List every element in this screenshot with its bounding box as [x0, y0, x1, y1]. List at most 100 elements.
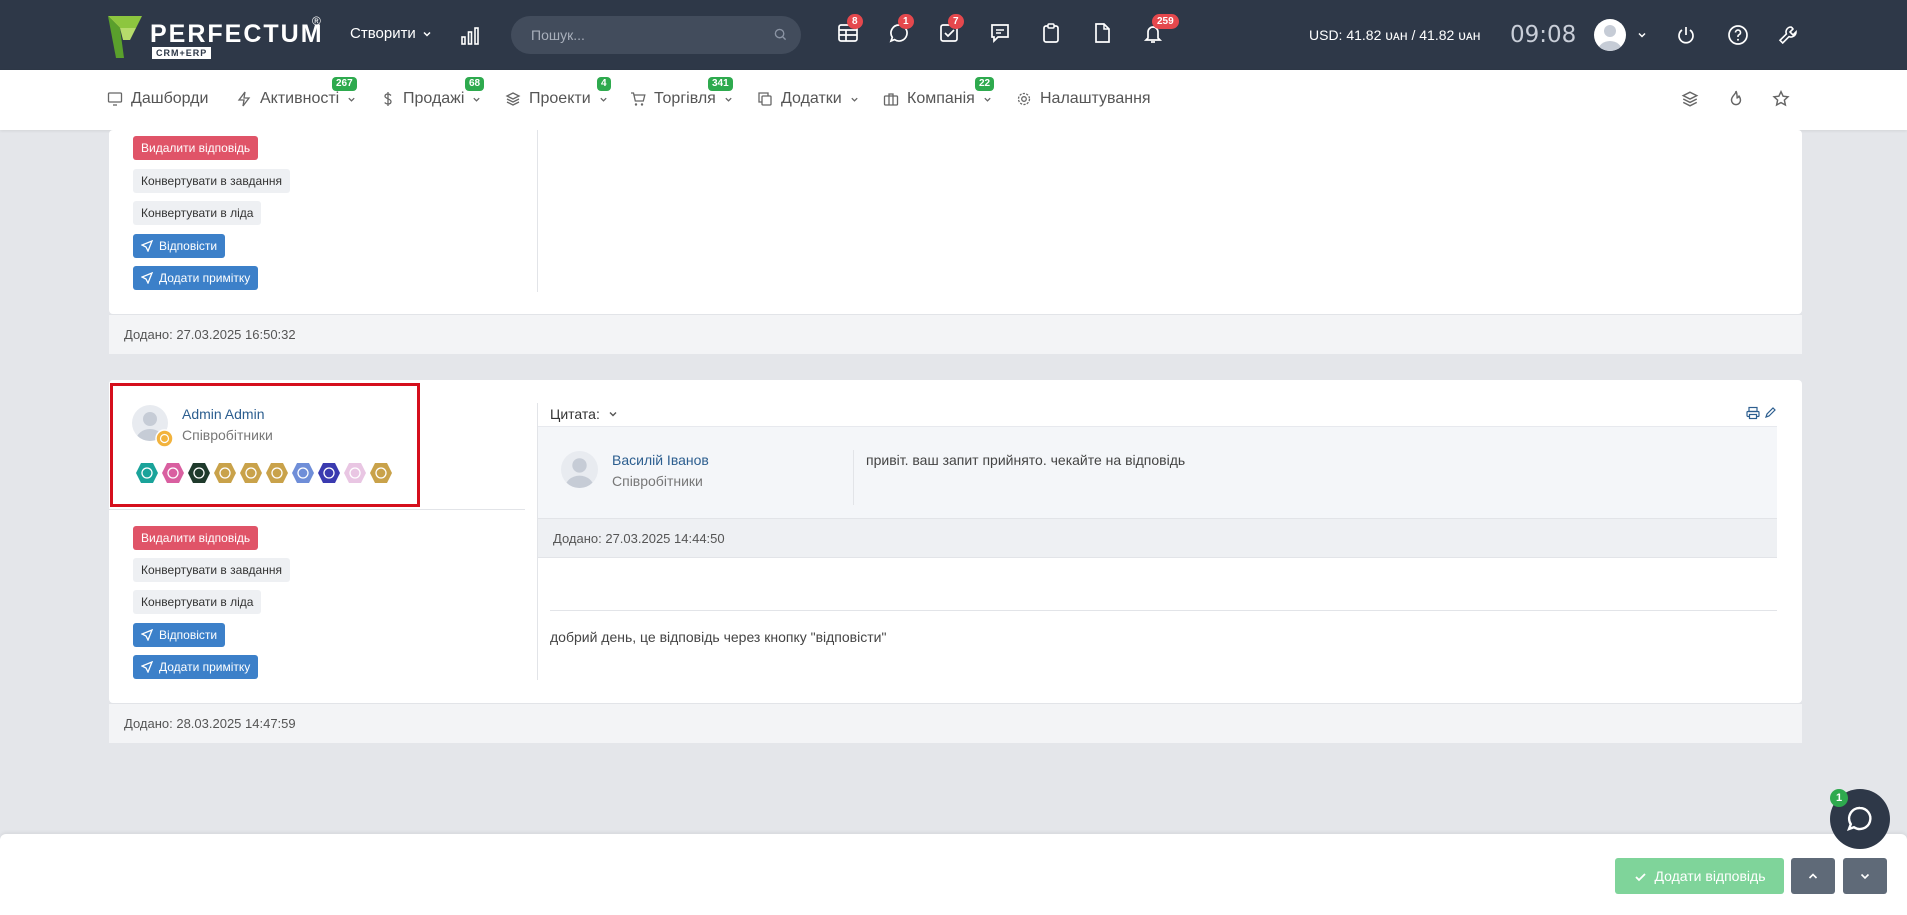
bolt-icon: [237, 91, 251, 107]
bar-chart-icon[interactable]: [460, 26, 480, 46]
chevron-down-icon: [348, 97, 355, 102]
reply-button-label: Відповісти: [159, 628, 218, 642]
added-date: Додано: 27.03.2025 16:50:32: [124, 327, 296, 342]
menu-item-company[interactable]: Компанія 22: [883, 77, 995, 108]
convert-to-lead-button[interactable]: Конвертувати в ліда: [133, 590, 262, 614]
layers-stack-icon[interactable]: [1681, 90, 1699, 108]
quote-author-role: Співробітники: [612, 473, 703, 489]
flame-icon[interactable]: [1727, 90, 1745, 108]
menu-item-sales[interactable]: Продажі 68: [381, 77, 485, 108]
reply-divider: [550, 610, 1777, 611]
star-icon[interactable]: [1772, 90, 1790, 108]
help-icon[interactable]: [1727, 24, 1749, 46]
cart-icon: [631, 92, 646, 106]
reply-button-label: Відповісти: [159, 239, 218, 253]
messages-button[interactable]: [989, 22, 1011, 44]
top-navbar: PERFECTUM ® CRM+ERP Створити 8 1 7 259: [0, 0, 1907, 70]
menu-badge: 267: [332, 77, 357, 91]
user-silhouette-icon: [565, 458, 594, 488]
chevron-down-icon: [473, 97, 481, 102]
add-note-button-label: Додати примітку: [159, 271, 251, 285]
menu-label: Продажі: [403, 90, 465, 107]
quote-footer: Додано: 27.03.2025 14:44:50: [538, 518, 1777, 558]
documents-button[interactable]: [1091, 22, 1113, 44]
tasks-badge: 7: [948, 14, 964, 29]
reply-button[interactable]: Відповісти: [133, 623, 226, 647]
notifications-button[interactable]: 259: [1142, 14, 1179, 44]
send-icon: [141, 240, 153, 252]
monitor-icon: [107, 92, 123, 106]
menu-label: Торгівля: [654, 90, 716, 107]
menu-badge: 4: [597, 77, 611, 91]
convert-to-task-button[interactable]: Конвертувати в завдання: [133, 169, 290, 193]
print-icon[interactable]: [1746, 406, 1760, 420]
chevron-down-icon: [851, 97, 858, 102]
perfectum-logo[interactable]: PERFECTUM ® CRM+ERP: [106, 14, 326, 60]
menu-item-dashboards[interactable]: Дашборди: [107, 90, 208, 108]
menu-item-addons[interactable]: Додатки: [757, 90, 859, 108]
copy-icon: [758, 92, 772, 106]
menu-label: Налаштування: [1040, 90, 1151, 107]
quote-toggle[interactable]: Цитата:: [550, 406, 618, 422]
file-icon: [1095, 23, 1110, 43]
message-square-icon: [991, 24, 1009, 44]
power-icon[interactable]: [1675, 24, 1697, 46]
reply-text: добрий день, це відповідь через кнопку "…: [550, 629, 887, 645]
edit-pencil-icon[interactable]: [1764, 406, 1777, 419]
clipboard-button[interactable]: [1040, 22, 1062, 44]
chevron-down-icon: [609, 412, 617, 417]
layers-icon: [505, 92, 521, 106]
search-box[interactable]: [511, 16, 801, 54]
clipboard-icon: [1043, 23, 1059, 43]
menu-badge: 341: [708, 77, 733, 91]
check-icon: [1634, 872, 1646, 881]
user-avatar[interactable]: [1594, 19, 1626, 51]
convert-to-task-button[interactable]: Конвертувати в завдання: [133, 558, 290, 582]
notifications-badge: 259: [1152, 14, 1179, 29]
quote-author-name[interactable]: Василій Іванов: [612, 452, 709, 468]
add-note-button[interactable]: Додати примітку: [133, 266, 259, 290]
search-input[interactable]: [531, 25, 761, 45]
add-note-button[interactable]: Додати примітку: [133, 655, 259, 679]
chat-widget-badge: 1: [1830, 789, 1848, 807]
logo-text: PERFECTUM: [150, 20, 324, 48]
wrench-icon[interactable]: [1777, 24, 1799, 46]
menu-label: Компанія: [907, 90, 975, 107]
menu-item-trade[interactable]: Торгівля 341: [630, 77, 733, 108]
create-dropdown[interactable]: Створити: [350, 25, 432, 42]
menu-badge: 68: [465, 77, 485, 91]
chevron-up-icon: [1808, 873, 1818, 879]
user-menu-chevron-icon[interactable]: [1637, 30, 1647, 40]
search-icon[interactable]: [774, 28, 787, 41]
chat-button[interactable]: 1: [888, 14, 914, 44]
add-note-button-label: Додати примітку: [159, 660, 251, 674]
add-reply-button[interactable]: Додати відповідь: [1615, 858, 1784, 894]
chevron-down-icon: [984, 97, 991, 102]
create-label: Створити: [350, 25, 416, 42]
menu-item-activities[interactable]: Активності 267: [236, 77, 357, 108]
chat-badge: 1: [898, 14, 914, 29]
menu-label: Активності: [260, 90, 340, 107]
reply-card-1: [109, 130, 1802, 314]
menu-badge: 22: [975, 77, 995, 91]
chevron-down-icon: [1860, 873, 1870, 880]
menu-item-projects[interactable]: Проекти 4: [505, 77, 611, 108]
scroll-down-button[interactable]: [1843, 858, 1887, 894]
quote-text: привіт. ваш запит прийнято. чекайте на в…: [866, 452, 1186, 468]
author-divider: [109, 509, 525, 510]
delete-reply-button[interactable]: Видалити відповідь: [133, 526, 259, 550]
convert-to-lead-button[interactable]: Конвертувати в ліда: [133, 201, 262, 225]
dashboard-grid-button[interactable]: 8: [837, 14, 863, 44]
tasks-button[interactable]: 7: [938, 14, 964, 44]
reply-button[interactable]: Відповісти: [133, 234, 226, 258]
delete-reply-button[interactable]: Видалити відповідь: [133, 136, 259, 160]
logo-subtitle: CRM+ERP: [152, 47, 212, 59]
send-icon: [141, 661, 153, 673]
reply-2-footer: Додано: 28.03.2025 14:47:59: [109, 703, 1802, 743]
dollar-icon: [384, 92, 392, 106]
menu-item-settings[interactable]: Налаштування: [1016, 90, 1151, 108]
column-divider: [537, 130, 538, 292]
scroll-up-button[interactable]: [1791, 858, 1835, 894]
currency-rate: USD: 41.82 ᴜᴀʜ / 41.82 ᴜᴀʜ: [1309, 27, 1481, 43]
highlight-frame: [110, 383, 420, 507]
